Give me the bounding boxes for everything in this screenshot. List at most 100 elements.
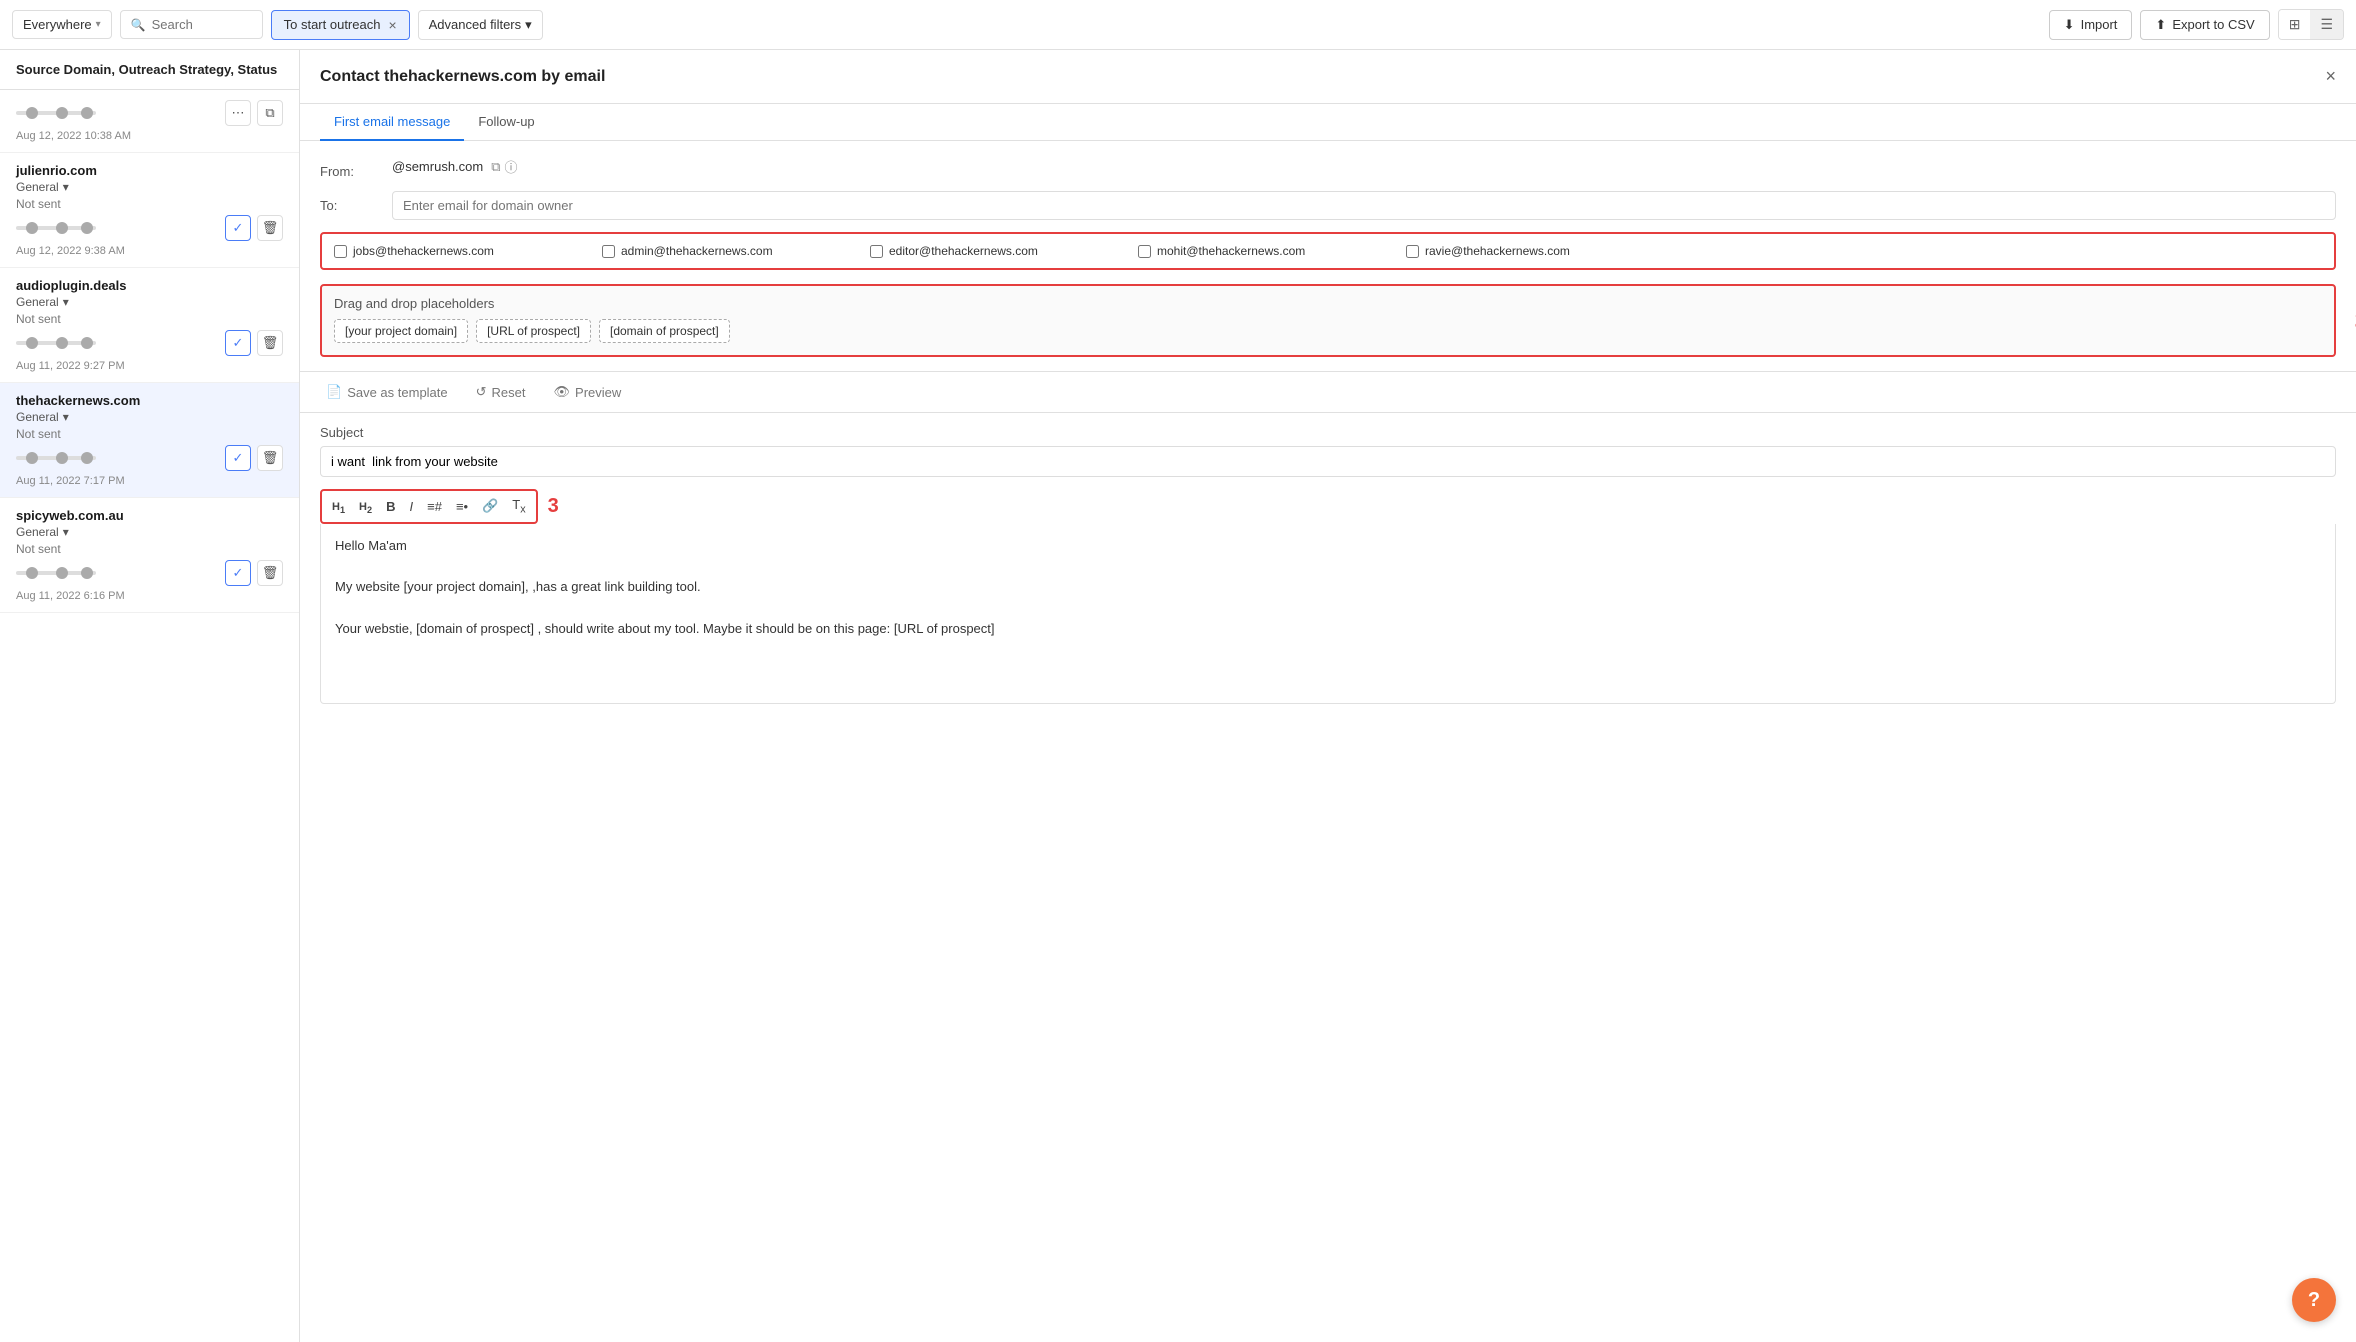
progress-slider bbox=[16, 571, 96, 575]
view-toggle: ⊞ ☰ bbox=[2278, 9, 2344, 40]
location-label: Everywhere bbox=[23, 17, 92, 32]
suggestion-email: ravie@thehackernews.com bbox=[1425, 244, 1570, 258]
chevron-down-icon: ▾ bbox=[63, 180, 69, 194]
location-dropdown[interactable]: Everywhere ▾ bbox=[12, 10, 112, 39]
list-item[interactable]: julienrio.com General ▾ Not sent ✓ 🗑 Aug… bbox=[0, 153, 299, 268]
save-as-template-button[interactable]: 📄 Save as template bbox=[320, 380, 454, 404]
delete-button[interactable]: 🗑 bbox=[257, 445, 283, 471]
main-layout: Source Domain, Outreach Strategy, Status… bbox=[0, 50, 2356, 1342]
status-badge: Not sent bbox=[16, 427, 283, 441]
grid-view-button[interactable]: ⊞ bbox=[2279, 10, 2311, 39]
chevron-down-icon: ▾ bbox=[63, 410, 69, 424]
email-body[interactable]: Hello Ma'am My website [your project dom… bbox=[320, 524, 2336, 704]
status-badge: Not sent bbox=[16, 542, 283, 556]
search-input[interactable] bbox=[152, 17, 252, 32]
import-label: Import bbox=[2081, 17, 2118, 32]
close-icon[interactable]: × bbox=[388, 17, 396, 33]
suggestion-email: jobs@thehackernews.com bbox=[353, 244, 494, 258]
slider-thumb bbox=[56, 107, 68, 119]
progress-slider bbox=[16, 341, 96, 345]
from-label: From: bbox=[320, 157, 380, 179]
preview-icon: 👁 bbox=[554, 384, 571, 400]
placeholder-tag-3[interactable]: [domain of prospect] bbox=[599, 319, 730, 343]
rte-h2-button[interactable]: H2 bbox=[353, 495, 378, 518]
email-checkbox-3[interactable] bbox=[870, 245, 883, 258]
email-checkbox-5[interactable] bbox=[1406, 245, 1419, 258]
date-text: Aug 12, 2022 10:38 AM bbox=[16, 130, 283, 142]
placeholder-tag-1[interactable]: [your project domain] bbox=[334, 319, 468, 343]
panel-header: Contact thehackernews.com by email × bbox=[300, 50, 2356, 104]
help-button[interactable]: ? bbox=[2292, 1278, 2336, 1322]
list-item[interactable]: thehackernews.com General ▾ Not sent ✓ 🗑… bbox=[0, 383, 299, 498]
copy-email-icon[interactable]: ⧉ bbox=[491, 157, 500, 176]
body-line-1: Hello Ma'am bbox=[335, 536, 2321, 557]
more-options-icon[interactable]: ⋯ bbox=[225, 100, 251, 126]
export-button[interactable]: ⬆ Export to CSV bbox=[2140, 10, 2269, 40]
info-icon[interactable]: ⓘ bbox=[505, 157, 518, 176]
rte-h1-button[interactable]: H1 bbox=[326, 495, 351, 518]
list-item[interactable]: spicyweb.com.au General ▾ Not sent ✓ 🗑 A… bbox=[0, 498, 299, 613]
domain-name: thehackernews.com bbox=[16, 393, 283, 408]
export-label: Export to CSV bbox=[2172, 17, 2254, 32]
domain-name: spicyweb.com.au bbox=[16, 508, 283, 523]
rte-italic-button[interactable]: I bbox=[403, 496, 419, 517]
filter-tag-label: To start outreach bbox=[284, 17, 381, 32]
status-badge: Not sent bbox=[16, 312, 283, 326]
reset-icon: ↺ bbox=[476, 384, 487, 400]
strategy-label: General ▾ bbox=[16, 410, 283, 424]
delete-button[interactable]: 🗑 bbox=[257, 215, 283, 241]
date-text: Aug 11, 2022 7:17 PM bbox=[16, 475, 283, 487]
approve-button[interactable]: ✓ bbox=[225, 445, 251, 471]
suggestion-email: admin@thehackernews.com bbox=[621, 244, 773, 258]
placeholder-tag-2[interactable]: [URL of prospect] bbox=[476, 319, 591, 343]
to-email-input[interactable] bbox=[392, 191, 2336, 220]
copy-button[interactable]: ⧉ bbox=[257, 100, 283, 126]
tab-bar: First email message Follow-up bbox=[300, 104, 2356, 141]
list-item: editor@thehackernews.com bbox=[870, 244, 1130, 258]
item-actions: ✓ 🗑 bbox=[225, 215, 283, 241]
slider-thumb bbox=[56, 337, 68, 349]
delete-button[interactable]: 🗑 bbox=[257, 560, 283, 586]
close-panel-button[interactable]: × bbox=[2325, 66, 2336, 87]
list-item[interactable]: ⋯ ⧉ Aug 12, 2022 10:38 AM bbox=[0, 90, 299, 153]
subject-input[interactable] bbox=[320, 446, 2336, 477]
email-checkbox-4[interactable] bbox=[1138, 245, 1151, 258]
date-text: Aug 12, 2022 9:38 AM bbox=[16, 245, 283, 257]
list-item[interactable]: audioplugin.deals General ▾ Not sent ✓ 🗑… bbox=[0, 268, 299, 383]
approve-button[interactable]: ✓ bbox=[225, 560, 251, 586]
list-view-button[interactable]: ☰ bbox=[2310, 10, 2343, 39]
advanced-filters-button[interactable]: Advanced filters ▾ bbox=[418, 10, 543, 40]
rte-ul-button[interactable]: ≡• bbox=[450, 496, 474, 517]
rte-clear-format-button[interactable]: Tx bbox=[506, 494, 531, 519]
slider-thumb bbox=[81, 452, 93, 464]
preview-button[interactable]: 👁 Preview bbox=[548, 380, 628, 404]
from-icons: ⧉ ⓘ bbox=[491, 157, 517, 176]
tab-followup[interactable]: Follow-up bbox=[464, 104, 548, 141]
rte-ol-button[interactable]: ≡# bbox=[421, 496, 448, 517]
list-item: jobs@thehackernews.com bbox=[334, 244, 594, 258]
slider-thumb bbox=[26, 222, 38, 234]
delete-button[interactable]: 🗑 bbox=[257, 330, 283, 356]
slider-thumb bbox=[81, 222, 93, 234]
rte-link-button[interactable]: 🔗 bbox=[476, 495, 504, 517]
slider-thumb bbox=[81, 567, 93, 579]
rte-section: H1 H2 B I ≡# ≡• 🔗 Tx 3 Hello Ma'am bbox=[320, 489, 2336, 704]
adv-filter-label: Advanced filters bbox=[429, 17, 522, 32]
rte-bold-button[interactable]: B bbox=[380, 496, 401, 517]
sidebar: Source Domain, Outreach Strategy, Status… bbox=[0, 50, 300, 1342]
email-checkbox-2[interactable] bbox=[602, 245, 615, 258]
filter-tag[interactable]: To start outreach × bbox=[271, 10, 410, 40]
reset-button[interactable]: ↺ Reset bbox=[470, 380, 532, 404]
slider-thumb bbox=[56, 567, 68, 579]
tab-first-email[interactable]: First email message bbox=[320, 104, 464, 141]
template-icon: 📄 bbox=[326, 384, 342, 400]
strategy-label: General ▾ bbox=[16, 180, 283, 194]
reset-label: Reset bbox=[492, 385, 526, 400]
import-button[interactable]: ⬇ Import bbox=[2049, 10, 2133, 40]
chevron-down-icon: ▾ bbox=[525, 17, 532, 33]
email-checkbox-1[interactable] bbox=[334, 245, 347, 258]
suggestion-email: mohit@thehackernews.com bbox=[1157, 244, 1305, 258]
approve-button[interactable]: ✓ bbox=[225, 215, 251, 241]
placeholders-box: Drag and drop placeholders [your project… bbox=[320, 284, 2336, 357]
approve-button[interactable]: ✓ bbox=[225, 330, 251, 356]
